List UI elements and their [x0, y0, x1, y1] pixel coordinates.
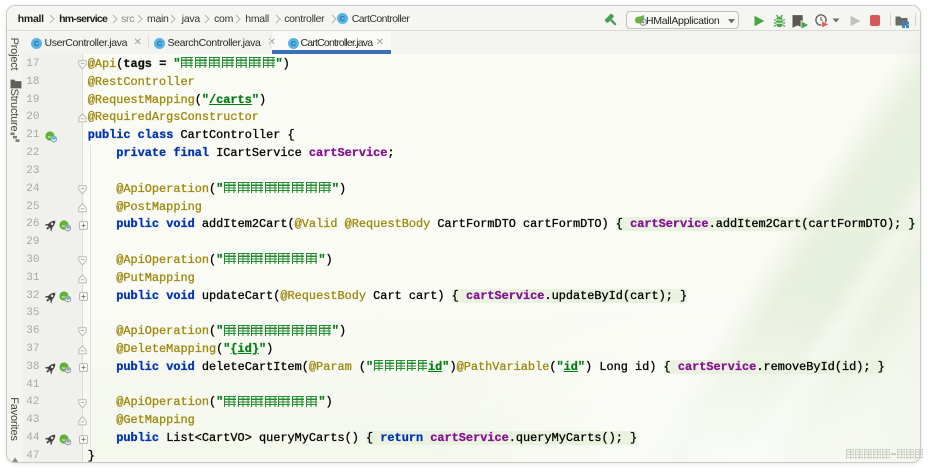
- svg-text:C: C: [290, 39, 296, 48]
- svg-text:C: C: [33, 39, 39, 48]
- svg-text:C: C: [340, 14, 346, 23]
- svg-text:C: C: [156, 39, 162, 48]
